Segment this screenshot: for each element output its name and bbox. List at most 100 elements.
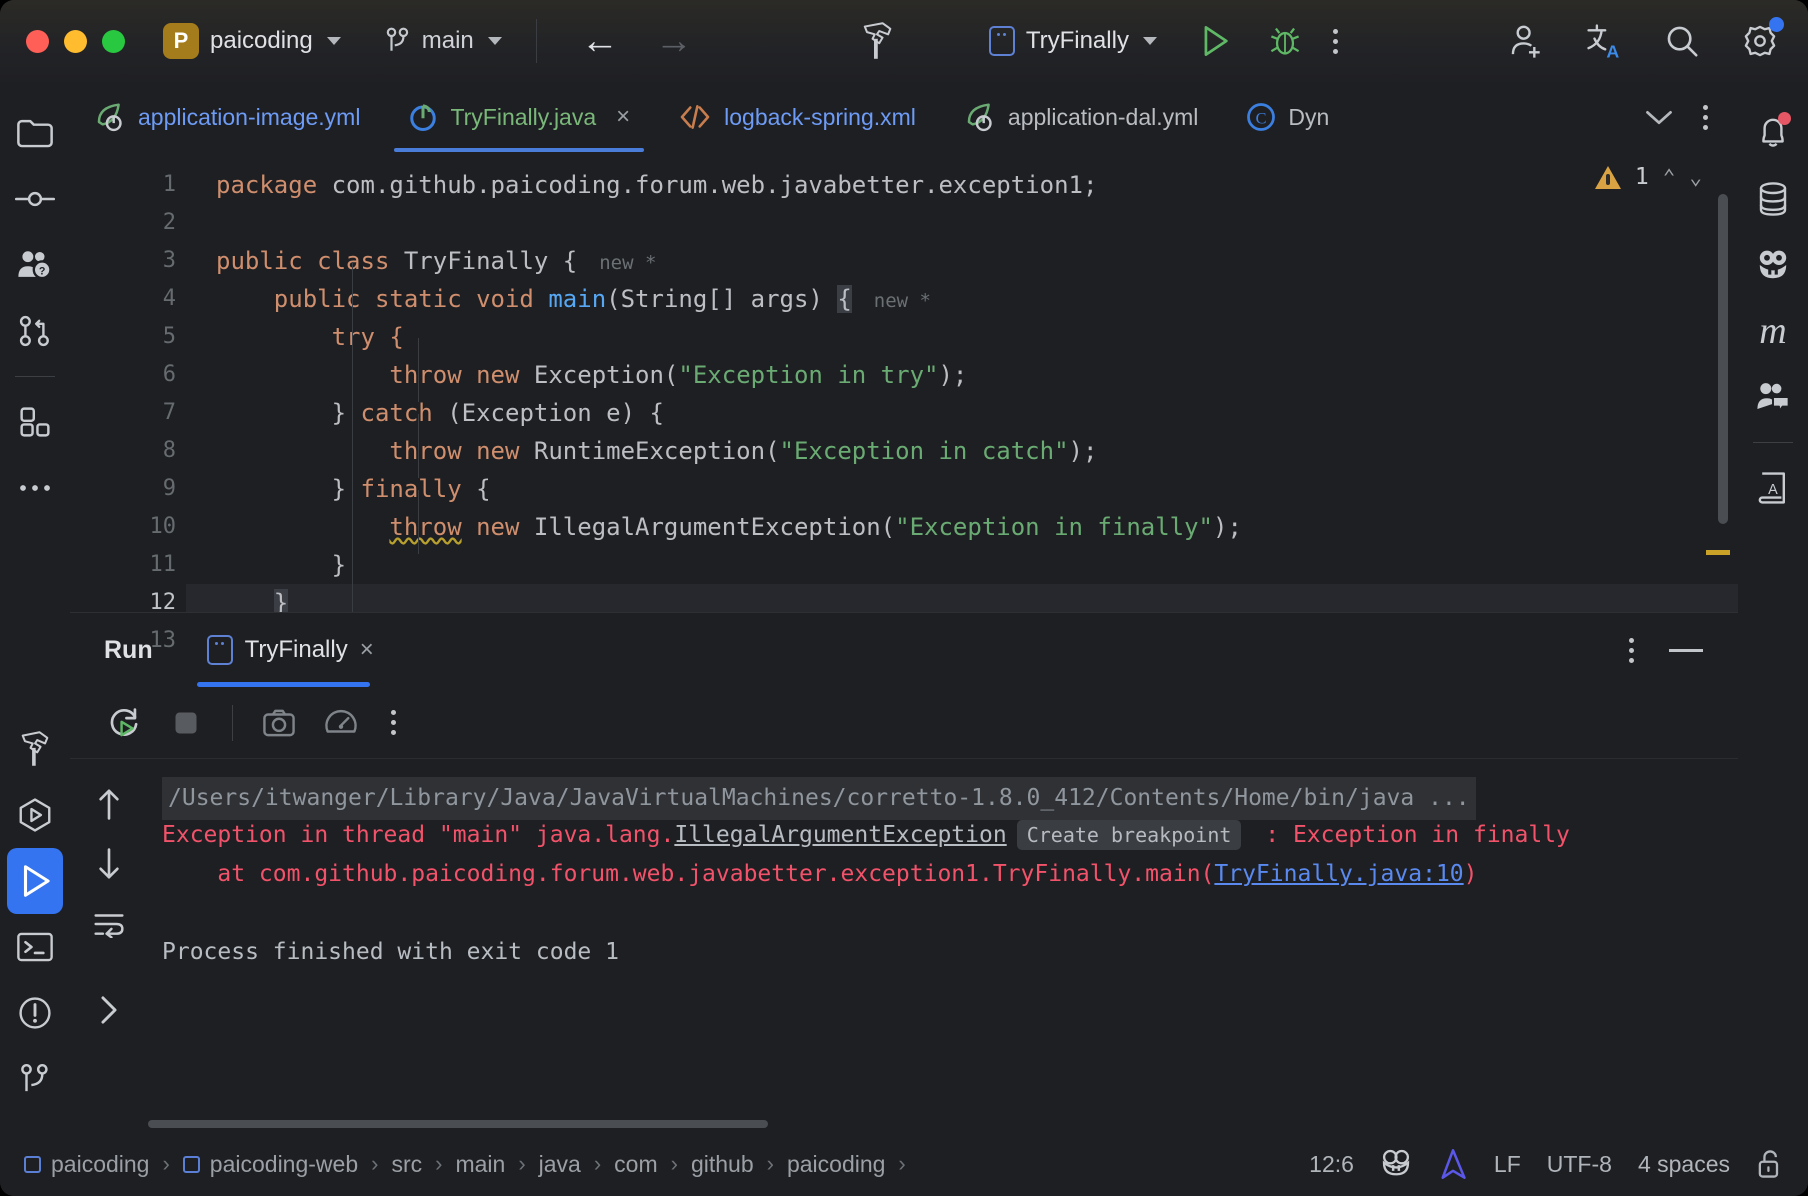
stack-frame-end: ) [1464, 861, 1478, 887]
console-horizontal-scrollbar[interactable] [148, 1120, 768, 1128]
codegeex-status-button[interactable] [1380, 1149, 1412, 1179]
breadcrumb-com[interactable]: com [608, 1151, 663, 1178]
run-button[interactable] [1189, 15, 1241, 67]
sidebar-item-database[interactable] [1745, 166, 1801, 232]
breadcrumb-src[interactable]: src [385, 1151, 428, 1178]
encoding-indicator[interactable]: UTF-8 [1547, 1151, 1612, 1178]
editor-scrollbar-thumb[interactable] [1718, 194, 1728, 524]
translate-button[interactable]: A [1578, 15, 1630, 67]
tab-dynamic[interactable]: C Dyn [1222, 82, 1329, 152]
breadcrumb-label: src [391, 1151, 422, 1178]
run-panel-options-button[interactable] [1613, 638, 1650, 663]
sidebar-item-chat[interactable] [1745, 364, 1801, 430]
breadcrumb-java[interactable]: java [533, 1151, 587, 1178]
profiler-button[interactable] [313, 695, 369, 751]
chevron-right-icon [96, 993, 122, 1027]
sidebar-item-notifications[interactable] [1745, 100, 1801, 166]
console-command-line: /Users/itwanger/Library/Java/JavaVirtual… [162, 777, 1738, 816]
account-button[interactable] [1500, 15, 1552, 67]
caret-position[interactable]: 12:6 [1309, 1151, 1354, 1178]
console-options-button[interactable] [375, 710, 412, 735]
sidebar-item-run[interactable] [7, 848, 63, 914]
navigate-back-button[interactable]: ← [563, 22, 637, 60]
code-content[interactable]: package com.github.paicoding.forum.web.j… [186, 152, 1738, 612]
close-window-button[interactable] [26, 30, 49, 53]
maximize-window-button[interactable] [102, 30, 125, 53]
inspection-widget[interactable]: 1 ⌃ ⌄ [1595, 164, 1702, 190]
sidebar-item-terminal[interactable] [7, 914, 63, 980]
sidebar-item-ai-assistant[interactable]: ? [7, 232, 63, 298]
module-icon [24, 1156, 41, 1173]
breadcrumb-paicoding-pkg[interactable]: paicoding [781, 1151, 891, 1178]
editor-options-button[interactable] [1689, 105, 1722, 130]
screenshot-button[interactable] [251, 695, 307, 751]
expand-console-button[interactable] [82, 983, 136, 1037]
breadcrumb-main[interactable]: main [449, 1151, 511, 1178]
project-selector[interactable]: P paicoding [159, 19, 351, 63]
breadcrumb-label: github [691, 1151, 754, 1178]
sidebar-item-build[interactable] [7, 716, 63, 782]
editor-area: application-image.yml TryFinally.java × [70, 82, 1738, 1132]
rerun-button[interactable] [96, 695, 152, 751]
run-configuration-selector[interactable]: TryFinally [979, 22, 1167, 60]
sidebar-item-version-control[interactable] [7, 1046, 63, 1112]
dot [1629, 638, 1634, 643]
run-toolbar [70, 687, 1738, 759]
console-output[interactable]: /Users/itwanger/Library/Java/JavaVirtual… [148, 759, 1738, 1132]
editor-gutter[interactable]: 1 2 3 4 5 6 7 8 9 10 11 12 13 [70, 152, 186, 612]
readonly-toggle-button[interactable] [1756, 1148, 1782, 1180]
sidebar-item-problems[interactable] [7, 980, 63, 1046]
throw-new-keyword: throw new [389, 437, 534, 465]
tab-logback-spring-xml[interactable]: logback-spring.xml [654, 82, 940, 152]
sidebar-item-pull-requests[interactable] [7, 298, 63, 364]
breadcrumb-github[interactable]: github [685, 1151, 760, 1178]
window-controls [26, 30, 125, 53]
sidebar-item-services[interactable] [7, 782, 63, 848]
exception-class-link[interactable]: IllegalArgumentException [674, 822, 1006, 848]
build-project-button[interactable] [851, 15, 903, 67]
camera-icon [262, 708, 296, 738]
next-occurrence-button[interactable] [82, 837, 136, 891]
code-editor[interactable]: 1 2 3 4 5 6 7 8 9 10 11 12 13 [70, 152, 1738, 612]
debug-button[interactable] [1259, 15, 1311, 67]
create-breakpoint-button[interactable]: Create breakpoint [1017, 820, 1242, 850]
status-bar-right: 12:6 LF UTF-8 4 spaces [1309, 1148, 1782, 1180]
warning-stripe-mark[interactable] [1706, 550, 1730, 555]
previous-problem-button[interactable]: ⌃ [1663, 165, 1676, 189]
indent-indicator[interactable]: 4 spaces [1638, 1151, 1730, 1178]
tab-application-dal-yml[interactable]: application-dal.yml [940, 82, 1222, 152]
sidebar-item-translation[interactable]: A [1745, 455, 1801, 521]
settings-button[interactable] [1734, 15, 1786, 67]
stop-button[interactable] [158, 695, 214, 751]
sidebar-item-commit[interactable] [7, 166, 63, 232]
tab-close-button[interactable]: × [616, 103, 630, 131]
keyword-package: package [216, 171, 317, 199]
spring-yaml-icon [964, 102, 996, 132]
sidebar-item-codegeex[interactable] [1745, 232, 1801, 298]
show-hidden-tabs-button[interactable] [1633, 91, 1685, 143]
soft-wrap-button[interactable] [82, 897, 136, 951]
stack-file-link[interactable]: TryFinally.java:10 [1214, 861, 1463, 887]
previous-occurrence-button[interactable] [82, 777, 136, 831]
sidebar-item-structure[interactable] [7, 389, 63, 455]
breadcrumb-paicoding-web[interactable]: paicoding-web [177, 1151, 364, 1178]
branch-selector[interactable]: main [377, 22, 510, 60]
run-session-tab[interactable]: TryFinally × [193, 613, 388, 687]
tab-application-image-yml[interactable]: application-image.yml [70, 82, 384, 152]
sidebar-item-maven[interactable]: m [1745, 298, 1801, 364]
run-panel-header-actions [1613, 624, 1738, 676]
search-everywhere-button[interactable] [1656, 15, 1708, 67]
tab-tryfinally-java[interactable]: TryFinally.java × [384, 82, 654, 152]
ai-assistant-status-button[interactable] [1438, 1148, 1468, 1180]
minimize-window-button[interactable] [64, 30, 87, 53]
sidebar-item-project[interactable] [7, 100, 63, 166]
more-run-actions-button[interactable] [1311, 29, 1360, 54]
line-number: 4 [70, 280, 186, 318]
line-separator-indicator[interactable]: LF [1494, 1151, 1521, 1178]
navigate-forward-button[interactable]: → [637, 22, 711, 60]
sidebar-item-more[interactable] [7, 455, 63, 521]
close-run-session-button[interactable]: × [360, 636, 374, 664]
hide-run-panel-button[interactable] [1660, 624, 1712, 676]
next-problem-button[interactable]: ⌄ [1689, 165, 1702, 189]
breadcrumb-paicoding[interactable]: paicoding [18, 1151, 155, 1178]
